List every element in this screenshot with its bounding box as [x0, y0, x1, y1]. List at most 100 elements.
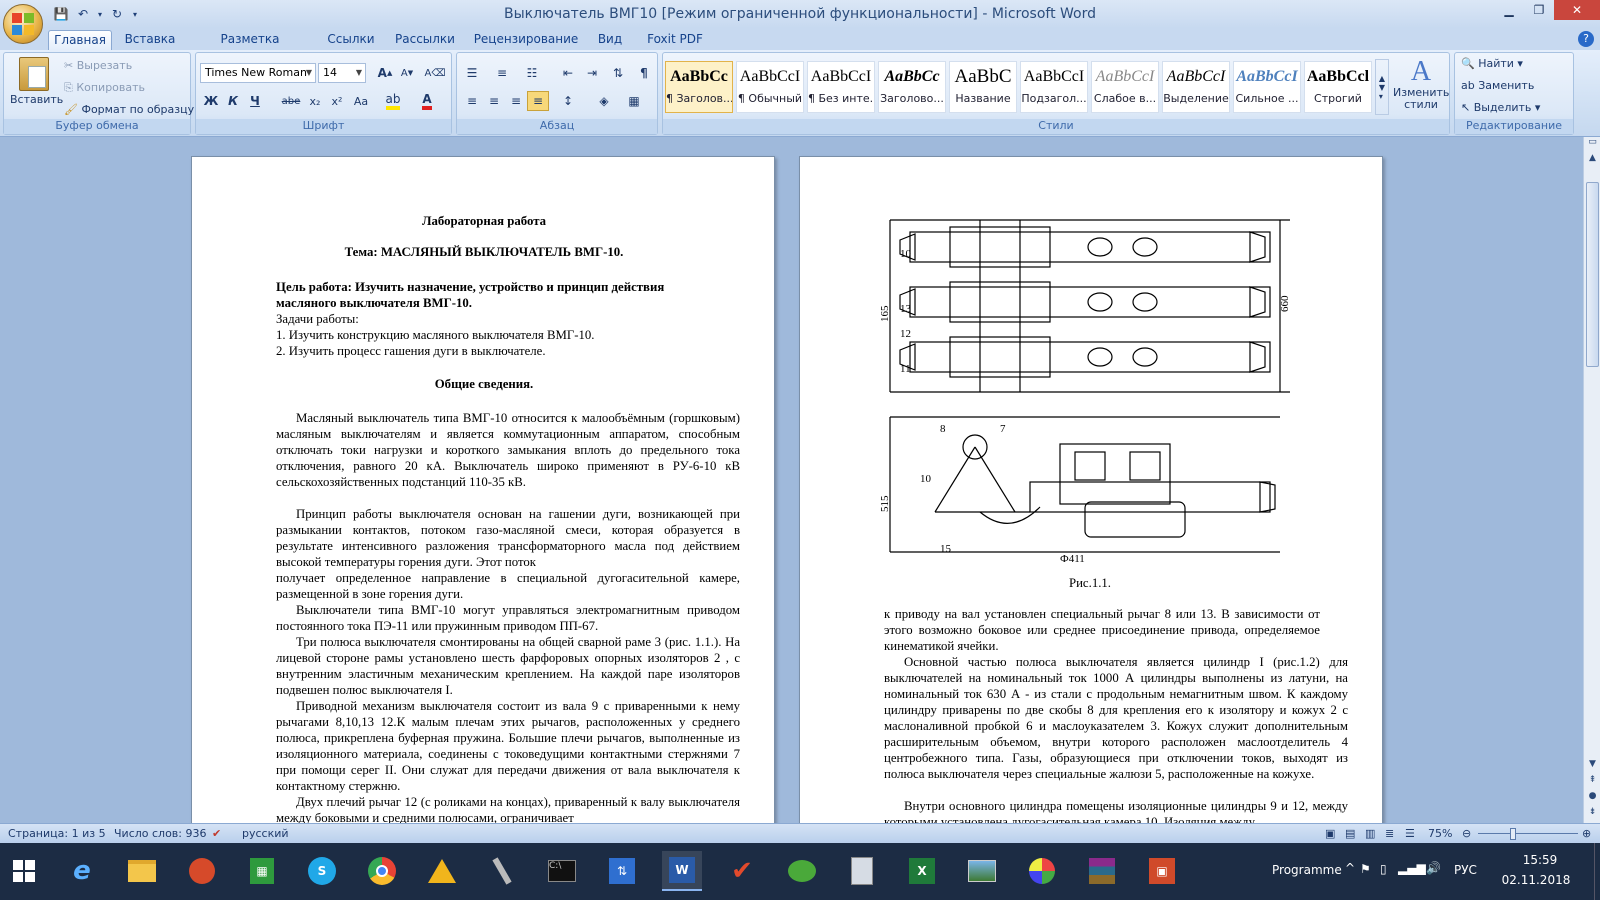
superscript-icon[interactable]: x² [326, 91, 348, 111]
underline-button[interactable]: Ч [244, 91, 266, 111]
app-icon[interactable] [422, 851, 462, 891]
app-icon[interactable] [182, 851, 222, 891]
select-button[interactable]: ↖ Выделить ▾ [1461, 101, 1540, 114]
font-color-icon[interactable]: A [416, 91, 438, 111]
spreadsheet-app-icon[interactable]: ▦ [242, 851, 282, 891]
style-normal[interactable]: AaBbCcI ¶ Обычный [736, 61, 804, 113]
keyboard-language[interactable]: РУС [1454, 863, 1477, 877]
style-intense-emphasis[interactable]: AaBbCcI Сильное ... [1233, 61, 1301, 113]
style-no-spacing[interactable]: AaBbCcI ¶ Без инте... [807, 61, 875, 113]
start-icon[interactable] [4, 851, 44, 891]
align-center-icon[interactable]: ≡ [483, 91, 505, 111]
subscript-icon[interactable]: x₂ [304, 91, 326, 111]
photo-viewer-icon[interactable] [962, 851, 1002, 891]
signal-icon[interactable]: ▂▄▆ [1398, 861, 1426, 875]
scroll-down-icon[interactable]: ▼ [1584, 759, 1600, 775]
styles-scroll-icon[interactable]: ▲ ▼ ▾ [1375, 59, 1389, 115]
paint-icon[interactable] [1022, 851, 1062, 891]
increase-indent-icon[interactable]: ⇥ [581, 63, 603, 83]
italic-button[interactable]: К [222, 91, 244, 111]
tab-mailings[interactable]: Рассылки [390, 30, 460, 50]
browse-object-icon[interactable]: ● [1584, 791, 1600, 807]
strikethrough-icon[interactable]: abe [280, 91, 302, 111]
vertical-scrollbar[interactable]: ▭ ▲ ▼ ⇞ ● ⇟ [1583, 137, 1600, 823]
calculator-icon[interactable] [842, 851, 882, 891]
tab-insert[interactable]: Вставка [116, 30, 184, 50]
change-styles-button[interactable]: A Изменить стили [1393, 57, 1449, 111]
next-page-icon[interactable]: ⇟ [1584, 807, 1600, 823]
align-right-icon[interactable]: ≡ [505, 91, 527, 111]
tab-references[interactable]: Ссылки [318, 30, 384, 50]
office-button[interactable] [3, 4, 43, 44]
file-explorer-icon[interactable] [122, 851, 162, 891]
highlight-icon[interactable]: ab [382, 91, 404, 111]
scrollbar-thumb[interactable] [1586, 182, 1599, 367]
find-button[interactable]: 🔍 Найти ▾ [1461, 57, 1523, 70]
zoom-level[interactable]: 75% [1428, 827, 1452, 840]
language-indicator[interactable]: русский [242, 827, 289, 840]
bullets-icon[interactable]: ☰ [461, 63, 483, 83]
frog-app-icon[interactable] [782, 851, 822, 891]
full-screen-icon[interactable]: ▤ [1345, 827, 1355, 840]
tab-review[interactable]: Рецензирование [468, 30, 584, 50]
show-desktop-button[interactable] [1594, 843, 1600, 900]
numbering-icon[interactable]: ≡ [491, 63, 513, 83]
network-app-icon[interactable]: ⇅ [602, 851, 642, 891]
chrome-icon[interactable] [362, 851, 402, 891]
zoom-slider-thumb[interactable] [1510, 828, 1516, 840]
page-count[interactable]: Страница: 1 из 5 [8, 827, 106, 840]
decrease-indent-icon[interactable]: ⇤ [557, 63, 579, 83]
close-icon[interactable]: ✕ [1554, 0, 1600, 20]
clock-time[interactable]: 15:59 [1510, 853, 1570, 867]
grow-font-icon[interactable]: A ▲ [374, 63, 396, 83]
replace-button[interactable]: ab Заменить [1461, 79, 1534, 92]
copy-button[interactable]: ⎘ Копировать [64, 81, 145, 95]
format-painter-button[interactable]: 🖌 Формат по образцу [64, 103, 194, 116]
ruler-toggle-icon[interactable]: ▭ [1584, 137, 1600, 153]
battery-icon[interactable]: ▯ [1380, 862, 1387, 876]
flag-icon[interactable]: ⚑ [1360, 862, 1371, 876]
word-icon[interactable]: W [662, 851, 702, 891]
style-subtitle[interactable]: AaBbCcI Подзагол... [1020, 61, 1088, 113]
excel-icon[interactable]: X [902, 851, 942, 891]
zoom-out-icon[interactable]: ⊖ [1462, 827, 1471, 840]
help-icon[interactable]: ? [1578, 31, 1594, 47]
terminal-icon[interactable]: C:\ [542, 851, 582, 891]
chevron-up-icon[interactable]: ^ [1345, 861, 1355, 875]
shrink-font-icon[interactable]: A ▼ [396, 63, 418, 83]
minimize-icon[interactable]: ▁ [1494, 0, 1524, 20]
align-left-icon[interactable]: ≡ [461, 91, 483, 111]
style-emphasis[interactable]: AaBbCcI Выделение [1162, 61, 1230, 113]
print-layout-icon[interactable]: ▣ [1325, 827, 1335, 840]
winrar-icon[interactable] [1082, 851, 1122, 891]
tab-foxit-pdf[interactable]: Foxit PDF [640, 30, 710, 50]
show-marks-icon[interactable]: ¶ [633, 63, 655, 83]
font-name-combo[interactable]: Times New Roman ▼ [200, 63, 316, 83]
style-title[interactable]: AaBbC Название [949, 61, 1017, 113]
style-strong[interactable]: AaBbCcl Строгий [1304, 61, 1372, 113]
tab-home[interactable]: Главная [48, 30, 112, 50]
outline-icon[interactable]: ≣ [1385, 827, 1394, 840]
multilevel-list-icon[interactable]: ☷ [521, 63, 543, 83]
bold-button[interactable]: Ж [200, 91, 222, 111]
sort-icon[interactable]: ⇅ [607, 63, 629, 83]
clear-format-icon[interactable]: A⌫ [424, 63, 446, 83]
justify-icon[interactable]: ≡ [527, 91, 549, 111]
clock-date[interactable]: 02.11.2018 [1496, 873, 1576, 887]
line-spacing-icon[interactable]: ↕ [557, 91, 579, 111]
style-subtle-emphasis[interactable]: AaBbCcI Слабое в... [1091, 61, 1159, 113]
internet-explorer-icon[interactable]: e [62, 851, 102, 891]
page-2[interactable]: 10 13 12 11 165 660 515 Ф411 8 7 10 15 Р… [799, 156, 1383, 823]
checklist-app-icon[interactable]: ✔ [722, 851, 762, 891]
borders-icon[interactable]: ▦ [623, 91, 645, 111]
style-heading-1[interactable]: AaBbCc ¶ Заголов... [665, 61, 733, 113]
skype-icon[interactable]: S [302, 851, 342, 891]
page-1[interactable]: Лабораторная работа Тема: МАСЛЯНЫЙ ВЫКЛЮ… [191, 156, 775, 823]
spellcheck-icon[interactable]: ✔ [212, 827, 221, 840]
previous-page-icon[interactable]: ⇞ [1584, 775, 1600, 791]
tab-view[interactable]: Вид [590, 30, 630, 50]
word-count[interactable]: Число слов: 936 [114, 827, 207, 840]
font-size-combo[interactable]: 14 ▼ [318, 63, 366, 83]
draft-icon[interactable]: ☰ [1405, 827, 1415, 840]
web-layout-icon[interactable]: ▥ [1365, 827, 1375, 840]
